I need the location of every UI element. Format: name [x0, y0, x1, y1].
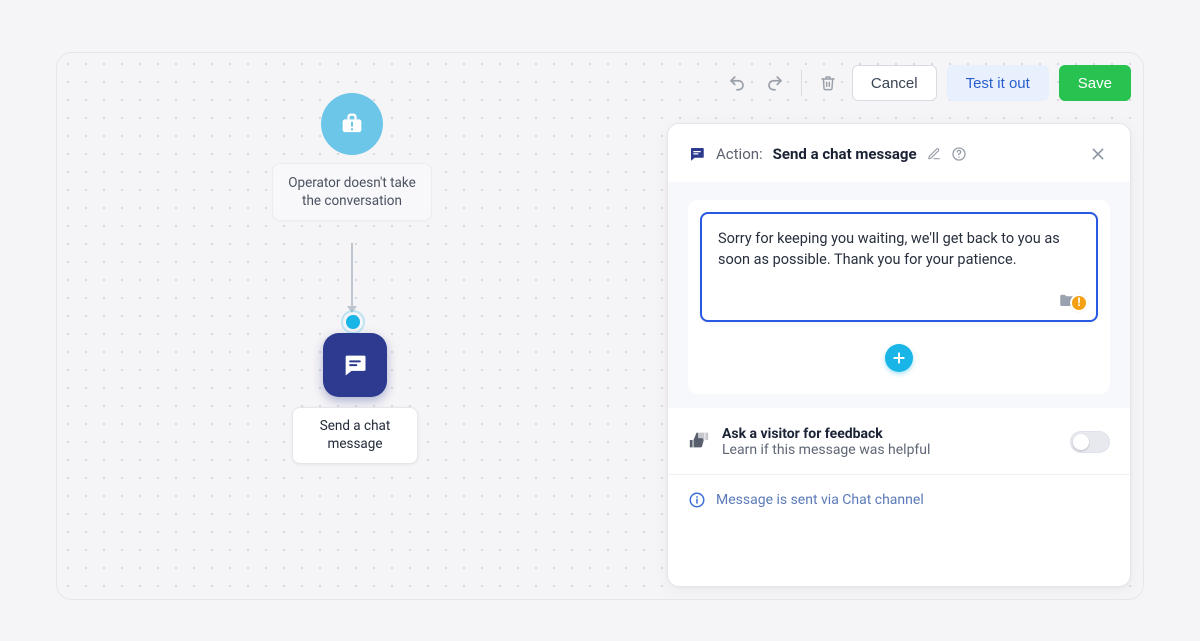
trigger-node[interactable]: Operator doesn't take the conversation	[252, 93, 452, 221]
redo-button[interactable]	[761, 69, 789, 97]
redo-icon	[766, 74, 784, 92]
panel-body: Sorry for keeping you waiting, we'll get…	[668, 182, 1130, 408]
feedback-toggle[interactable]	[1070, 431, 1110, 453]
panel-header: Action: Send a chat message	[668, 124, 1130, 182]
add-message-button[interactable]	[885, 344, 913, 372]
close-panel-button[interactable]	[1084, 140, 1112, 168]
action-node[interactable]: Send a chat message	[290, 333, 420, 464]
undo-icon	[728, 74, 746, 92]
help-button[interactable]	[951, 146, 967, 162]
action-node-label: Send a chat message	[292, 407, 418, 464]
feedback-subtitle: Learn if this message was helpful	[722, 442, 930, 458]
action-node-icon	[323, 333, 387, 397]
feedback-text: Ask a visitor for feedback Learn if this…	[722, 426, 930, 458]
connector-hotspot[interactable]	[344, 313, 362, 331]
flow-connector	[350, 243, 354, 313]
thumbs-icon	[688, 429, 710, 455]
message-container: Sorry for keeping you waiting, we'll get…	[688, 200, 1110, 394]
test-it-out-button[interactable]: Test it out	[947, 65, 1049, 101]
message-text: Sorry for keeping you waiting, we'll get…	[718, 230, 1060, 268]
delete-button[interactable]	[814, 69, 842, 97]
help-icon	[951, 146, 967, 162]
trigger-node-label: Operator doesn't take the conversation	[272, 163, 432, 221]
info-icon	[688, 491, 706, 509]
edit-title-button[interactable]	[927, 147, 941, 161]
plus-icon	[891, 350, 907, 366]
panel-prefix: Action:	[716, 145, 763, 163]
pencil-icon	[927, 147, 941, 161]
cancel-button[interactable]: Cancel	[852, 65, 937, 101]
close-icon	[1090, 146, 1106, 162]
trigger-node-icon	[321, 93, 383, 155]
feedback-row: Ask a visitor for feedback Learn if this…	[668, 408, 1130, 475]
panel-title: Send a chat message	[773, 145, 917, 163]
undo-button[interactable]	[723, 69, 751, 97]
chat-icon	[341, 351, 369, 379]
toolbar: Cancel Test it out Save	[723, 65, 1131, 101]
info-row: Message is sent via Chat channel	[668, 475, 1130, 525]
toolbar-divider	[801, 70, 802, 96]
add-message-bar	[700, 334, 1098, 382]
info-text: Message is sent via Chat channel	[716, 492, 924, 508]
save-button[interactable]: Save	[1059, 65, 1131, 101]
panel-chat-icon	[688, 145, 706, 163]
attachment-control[interactable]: !	[1058, 292, 1088, 314]
flow-builder-stage: Cancel Test it out Save Operator doesn't…	[56, 52, 1144, 600]
warning-badge-icon: !	[1070, 294, 1088, 312]
feedback-title: Ask a visitor for feedback	[722, 426, 930, 442]
trash-icon	[820, 75, 836, 91]
action-config-panel: Action: Send a chat message Sorry for ke…	[667, 123, 1131, 587]
message-textarea[interactable]: Sorry for keeping you waiting, we'll get…	[700, 212, 1098, 322]
briefcase-alert-icon	[338, 110, 366, 138]
